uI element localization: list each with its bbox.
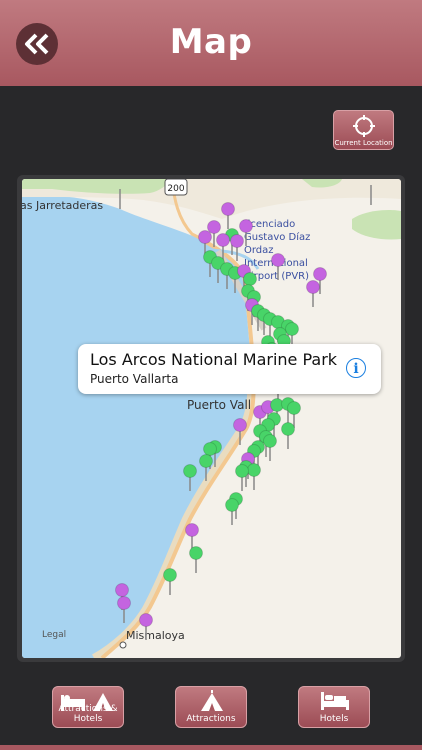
tab-attractions-hotels[interactable]: Attractions & Hotels <box>52 686 124 728</box>
crosshair-icon <box>353 115 375 137</box>
airport-label-2: Gustavo Díaz <box>244 231 310 243</box>
legal-link: Legal <box>42 630 66 640</box>
tab-attractions[interactable]: Attractions <box>175 686 247 728</box>
place-label-mismaloya: Mismaloya <box>126 629 185 642</box>
bottom-strip <box>0 745 422 750</box>
tab-hotels[interactable]: Hotels <box>298 686 370 728</box>
tab-label: Hotels <box>319 714 349 724</box>
svg-text:200: 200 <box>167 184 184 194</box>
page-title: Map <box>169 22 253 62</box>
place-label-puerto-vallarta: Puerto Vall <box>187 398 251 412</box>
place-label-jarretaderas: as Jarretaderas <box>22 199 103 212</box>
map-canvas: 200 as Jarretaderas Licenciado Gustavo D… <box>22 179 401 658</box>
header-bar: Map <box>0 0 422 86</box>
map-view[interactable]: 200 as Jarretaderas Licenciado Gustavo D… <box>22 179 401 658</box>
current-location-button[interactable]: Current Location <box>333 110 394 150</box>
airport-label-3: Ordaz <box>244 245 274 256</box>
location-callout[interactable]: Los Arcos National Marine Park Puerto Va… <box>78 344 381 394</box>
current-location-label: Current Location <box>334 139 393 147</box>
highway-shield: 200 <box>164 179 188 196</box>
tab-label: Attractions & Hotels <box>58 704 118 724</box>
info-icon[interactable]: i <box>346 358 366 378</box>
callout-subtitle: Puerto Vallarta <box>90 372 179 386</box>
tent-icon <box>201 690 223 711</box>
tab-label: Attractions <box>186 714 236 724</box>
callout-title: Los Arcos National Marine Park <box>90 350 338 369</box>
bed-icon <box>321 692 349 710</box>
